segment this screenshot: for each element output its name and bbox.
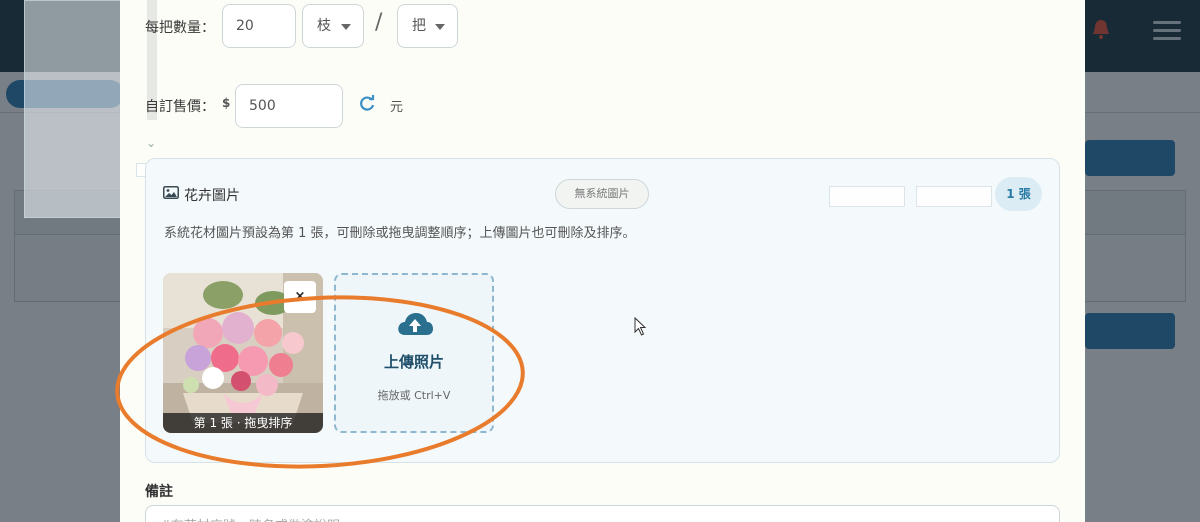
bundle-unit-select[interactable]: 把 [397,4,458,48]
chevron-down-icon [435,24,445,30]
image-icon [163,186,179,199]
cloud-upload-icon [398,313,433,335]
remove-photo-button[interactable]: × [284,281,316,313]
ghost-field [829,186,905,207]
stem-unit-value: 枝 [317,18,331,34]
unit-separator: / [375,10,383,35]
chevron-down-icon [341,24,351,30]
ghost-field [916,186,992,207]
custom-price-label: 自訂售價： [145,99,215,115]
collapse-chevron-icon[interactable]: ⌄ [146,136,156,150]
section-hint: 系統花材圖片預設為第 1 張，可刪除或拖曳調整順序；上傳圖片也可刪除及排序。 [164,226,636,241]
upload-subtitle: 拖放或 Ctrl+V [377,389,451,402]
bundle-unit-value: 把 [412,18,426,34]
stem-unit-select[interactable]: 枝 [302,4,364,48]
mouse-cursor-icon [634,317,647,336]
refresh-icon[interactable] [359,95,375,111]
notes-label: 備註 [145,484,173,500]
bundle-qty-input[interactable]: 20 [222,4,296,48]
currency-symbol: $ [222,96,231,110]
upload-dropzone[interactable]: 上傳照片 拖放或 Ctrl+V [334,273,494,433]
section-title: 花卉圖片 [184,188,240,204]
image-count-badge: 1 張 [995,177,1042,211]
system-image-pill: 無系統圖片 [555,179,649,209]
photo-caption: 第 1 張 · 拖曳排序 [163,413,323,433]
upload-title: 上傳照片 [383,353,444,371]
bundle-qty-label: 每把數量： [145,20,215,36]
notes-input[interactable]: #有花材序號，時名或做塗說明 [145,505,1060,522]
custom-price-input[interactable]: 500 [235,84,343,128]
price-unit: 元 [390,100,404,115]
